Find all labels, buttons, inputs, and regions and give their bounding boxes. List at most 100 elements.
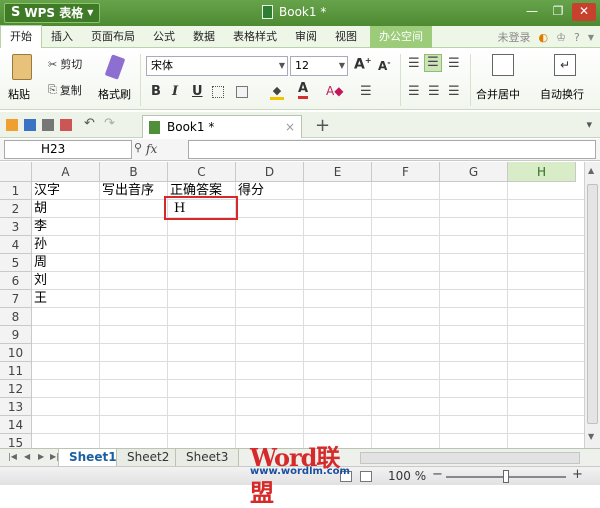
tab-page-layout[interactable]: 页面布局 bbox=[82, 26, 144, 48]
align-center-icon[interactable]: ☰ bbox=[428, 84, 440, 99]
close-icon[interactable]: × bbox=[285, 116, 295, 138]
row-header-4[interactable]: 4 bbox=[0, 236, 32, 254]
row-header-7[interactable]: 7 bbox=[0, 290, 32, 308]
login-link[interactable]: 未登录 bbox=[498, 29, 531, 45]
redo-icon[interactable]: ↷ bbox=[104, 116, 115, 131]
row-header-5[interactable]: 5 bbox=[0, 254, 32, 272]
first-sheet-icon[interactable]: |◀ bbox=[8, 452, 17, 461]
clear-format-icon[interactable]: A◆ bbox=[326, 84, 343, 98]
row-header-8[interactable]: 8 bbox=[0, 308, 32, 326]
cell-b1[interactable]: 写出音序 bbox=[100, 182, 154, 200]
cut-button[interactable]: ✂ 剪切 bbox=[48, 56, 82, 72]
insert-function-button[interactable]: fx bbox=[146, 142, 157, 156]
help-icon[interactable]: ? bbox=[574, 31, 580, 44]
font-name-select[interactable]: 宋体 ▼ bbox=[146, 56, 288, 76]
cell-a2[interactable]: 胡 bbox=[32, 200, 47, 218]
align-left-icon[interactable]: ☰ bbox=[408, 84, 420, 99]
italic-button[interactable]: I bbox=[172, 84, 178, 99]
tab-formulas[interactable]: 公式 bbox=[144, 26, 184, 48]
align-bottom-icon[interactable]: ☰ bbox=[448, 56, 460, 71]
cell-a4[interactable]: 孙 bbox=[32, 236, 47, 254]
cell-a7[interactable]: 王 bbox=[32, 290, 47, 308]
zoom-out-icon[interactable]: − bbox=[432, 467, 443, 482]
skin-icon[interactable]: ◐ bbox=[539, 31, 549, 44]
zoom-in-icon[interactable]: + bbox=[572, 467, 583, 482]
align-middle-icon[interactable]: ☰ bbox=[424, 54, 442, 72]
tab-data[interactable]: 数据 bbox=[184, 26, 224, 48]
select-all-corner[interactable] bbox=[0, 162, 32, 182]
underline-button[interactable]: U bbox=[192, 84, 203, 99]
row-header-6[interactable]: 6 bbox=[0, 272, 32, 290]
shirt-icon[interactable]: ♔ bbox=[556, 31, 566, 44]
zoom-slider-thumb[interactable] bbox=[503, 470, 509, 483]
cell-area[interactable] bbox=[32, 182, 584, 448]
shrink-font-button[interactable]: A- bbox=[378, 58, 391, 73]
scroll-up-icon[interactable]: ▲ bbox=[588, 166, 594, 175]
horizontal-scrollbar[interactable] bbox=[360, 452, 580, 464]
fill-color-icon[interactable]: ◆ bbox=[270, 84, 284, 100]
font-size-select[interactable]: 12 ▼ bbox=[290, 56, 348, 76]
next-sheet-icon[interactable]: ▶ bbox=[38, 452, 44, 461]
cell-a6[interactable]: 刘 bbox=[32, 272, 47, 290]
tab-view[interactable]: 视图 bbox=[326, 26, 366, 48]
align-right-icon[interactable]: ☰ bbox=[448, 84, 460, 99]
tab-review[interactable]: 审阅 bbox=[286, 26, 326, 48]
scroll-thumb[interactable] bbox=[587, 184, 598, 424]
maximize-button[interactable]: ❐ bbox=[546, 3, 570, 21]
column-header-e[interactable]: E bbox=[304, 162, 372, 182]
tab-table-style[interactable]: 表格样式 bbox=[224, 26, 286, 48]
merge-center-button[interactable]: 合并居中 bbox=[474, 54, 532, 106]
cell-d1[interactable]: 得分 bbox=[236, 182, 264, 200]
column-header-h[interactable]: H bbox=[508, 162, 576, 182]
row-header-12[interactable]: 12 bbox=[0, 380, 32, 398]
row-header-11[interactable]: 11 bbox=[0, 362, 32, 380]
cell-style-icon[interactable] bbox=[236, 86, 248, 98]
chevron-down-icon[interactable]: ▼ bbox=[588, 33, 594, 42]
sheet-tab-sheet2[interactable]: Sheet2 bbox=[116, 449, 181, 467]
column-header-c[interactable]: C bbox=[168, 162, 236, 182]
prev-sheet-icon[interactable]: ◀ bbox=[24, 452, 30, 461]
save-icon[interactable] bbox=[24, 119, 36, 131]
tab-office-space[interactable]: 办公空间 bbox=[370, 25, 432, 48]
row-header-14[interactable]: 14 bbox=[0, 416, 32, 434]
vertical-scrollbar[interactable]: ▲ ▼ bbox=[584, 162, 600, 448]
column-header-a[interactable]: A bbox=[32, 162, 100, 182]
row-header-1[interactable]: 1 bbox=[0, 182, 32, 200]
paste-button[interactable]: 粘贴 bbox=[6, 54, 40, 106]
format-painter-button[interactable]: 格式刷 bbox=[96, 54, 136, 106]
search-icon[interactable]: ⚲ bbox=[134, 141, 142, 154]
column-header-b[interactable]: B bbox=[100, 162, 168, 182]
app-menu-button[interactable]: S WPS 表格 ▼ bbox=[4, 3, 101, 23]
row-header-2[interactable]: 2 bbox=[0, 200, 32, 218]
wrap-text-button[interactable]: ↵ 自动换行 bbox=[538, 54, 596, 106]
cell-a5[interactable]: 周 bbox=[32, 254, 47, 272]
tab-insert[interactable]: 插入 bbox=[42, 26, 82, 48]
font-color-button[interactable]: A bbox=[298, 82, 309, 99]
tab-list-icon[interactable]: ▾ bbox=[586, 118, 592, 131]
bold-button[interactable]: B bbox=[151, 84, 161, 99]
column-header-d[interactable]: D bbox=[236, 162, 304, 182]
column-header-g[interactable]: G bbox=[440, 162, 508, 182]
indent-icon[interactable]: ☰ bbox=[360, 84, 372, 99]
close-button[interactable]: ✕ bbox=[572, 3, 596, 21]
cell-a3[interactable]: 李 bbox=[32, 218, 47, 236]
print-preview-icon[interactable] bbox=[60, 119, 72, 131]
tab-home[interactable]: 开始 bbox=[0, 25, 42, 48]
document-tab[interactable]: Book1 * × bbox=[142, 115, 302, 138]
new-tab-button[interactable]: + bbox=[315, 115, 330, 136]
cell-a1[interactable]: 汉字 bbox=[32, 182, 60, 200]
row-header-3[interactable]: 3 bbox=[0, 218, 32, 236]
undo-icon[interactable]: ↶ bbox=[84, 116, 95, 131]
row-header-9[interactable]: 9 bbox=[0, 326, 32, 344]
grow-font-button[interactable]: A+ bbox=[354, 56, 372, 73]
row-header-13[interactable]: 13 bbox=[0, 398, 32, 416]
name-box[interactable]: H23 bbox=[4, 140, 132, 159]
borders-icon[interactable] bbox=[212, 86, 224, 98]
formula-input[interactable] bbox=[188, 140, 596, 159]
scroll-down-icon[interactable]: ▼ bbox=[588, 432, 594, 441]
minimize-button[interactable]: — bbox=[520, 3, 544, 21]
copy-button[interactable]: ⎘ 复制 bbox=[48, 82, 82, 98]
row-header-15[interactable]: 15 bbox=[0, 434, 32, 448]
row-header-10[interactable]: 10 bbox=[0, 344, 32, 362]
active-cell-highlight[interactable] bbox=[164, 196, 238, 220]
